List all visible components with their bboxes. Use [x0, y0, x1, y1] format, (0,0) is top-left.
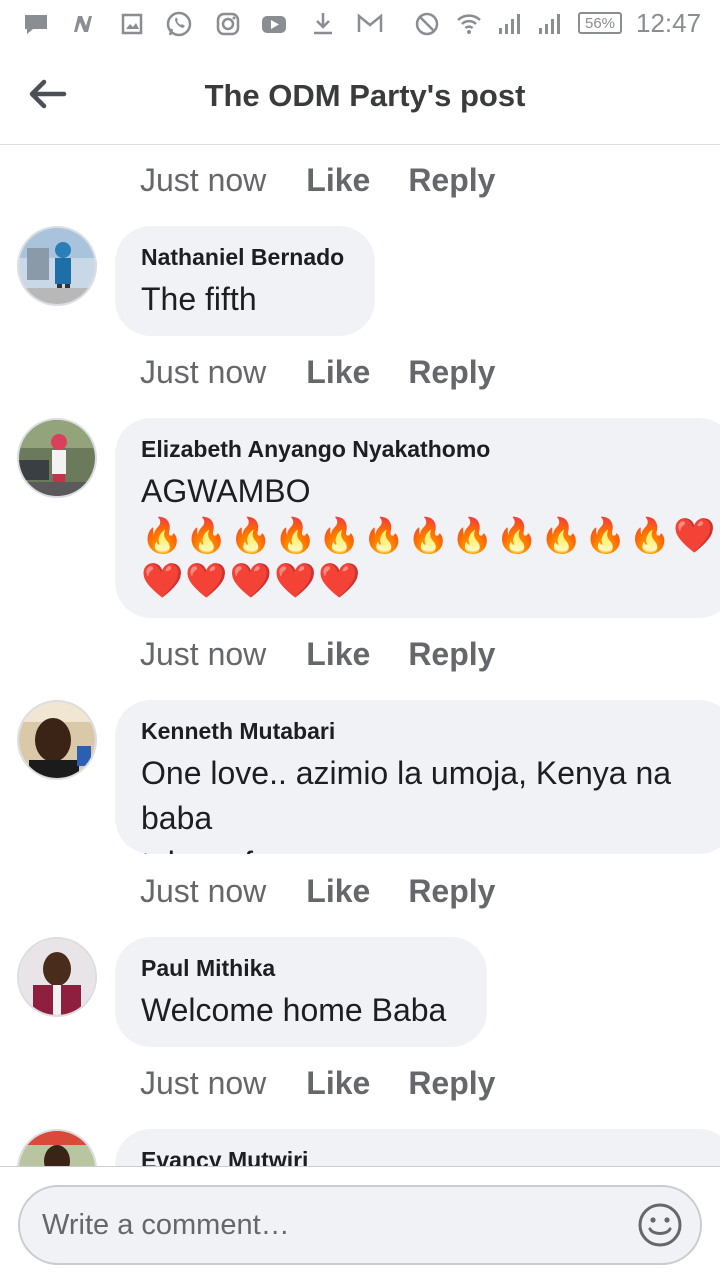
comment-text: One love.. azimio la umoja, Kenya na bab… [141, 755, 672, 854]
comment-actions: Just now Like Reply [140, 352, 495, 392]
comment-input[interactable]: Write a comment… [18, 1185, 702, 1265]
avatar[interactable] [17, 700, 97, 780]
comment-time: Just now [140, 353, 267, 390]
comment-author[interactable]: Paul Mithika [141, 955, 461, 982]
wifi-icon [455, 10, 483, 38]
comment-actions: Just now Like Reply [140, 871, 495, 911]
like-button[interactable]: Like [306, 1065, 370, 1102]
comment-author[interactable]: Elizabeth Anyango Nyakathomo [141, 436, 709, 463]
comment-author[interactable]: Evancy Mutwiri [141, 1147, 709, 1166]
comment-author[interactable]: Kenneth Mutabari [141, 718, 709, 745]
download-icon [309, 10, 337, 38]
reply-button[interactable]: Reply [408, 354, 495, 391]
do-not-disturb-icon [413, 10, 441, 38]
comment-text: AGWAMBO [141, 473, 311, 509]
signal-icon [495, 10, 523, 38]
like-button[interactable]: Like [306, 354, 370, 391]
youtube-icon [260, 10, 288, 38]
avatar[interactable] [17, 226, 97, 306]
avatar[interactable] [17, 418, 97, 498]
reply-button[interactable]: Reply [408, 1065, 495, 1102]
comments-feed[interactable]: Just now Like Reply Nathaniel Bernado Th… [0, 145, 720, 1166]
comment-actions: Just now Like Reply [140, 160, 495, 200]
avatar[interactable] [17, 1129, 97, 1166]
reply-button[interactable]: Reply [408, 162, 495, 199]
signal-icon-2 [535, 10, 563, 38]
comment-time: Just now [140, 872, 267, 909]
comment-author[interactable]: Nathaniel Bernado [141, 244, 349, 271]
page-title: The ODM Party's post [204, 78, 526, 113]
comment-text: Welcome home Baba [141, 992, 447, 1028]
comment-bubble[interactable]: Elizabeth Anyango Nyakathomo AGWAMBO 🔥🔥🔥… [115, 418, 720, 618]
reply-button[interactable]: Reply [408, 873, 495, 910]
chat-notification-icon [22, 10, 50, 38]
comment-emoji-line: 🔥🔥🔥🔥🔥🔥🔥🔥🔥🔥🔥🔥❤️ [141, 517, 718, 555]
like-button[interactable]: Like [306, 873, 370, 910]
emoji-button[interactable] [636, 1201, 684, 1249]
whatsapp-icon [165, 10, 193, 38]
comment-text: The fifth [141, 281, 257, 317]
battery-indicator: 56% [578, 12, 622, 34]
comment-time: Just now [140, 635, 267, 672]
comment-actions: Just now Like Reply [140, 634, 495, 674]
comment-input-placeholder: Write a comment… [42, 1209, 290, 1241]
gallery-icon [118, 10, 146, 38]
news-app-icon [68, 10, 96, 38]
comment-actions: Just now Like Reply [140, 1063, 495, 1103]
avatar[interactable] [17, 937, 97, 1017]
comment-composer: Write a comment… [0, 1166, 720, 1281]
comment-bubble[interactable]: Nathaniel Bernado The fifth [115, 226, 375, 336]
comment-bubble[interactable]: Evancy Mutwiri [115, 1129, 720, 1166]
clock: 12:47 [636, 8, 702, 38]
status-bar: 56% 12:47 [0, 0, 720, 52]
instagram-icon [214, 10, 242, 38]
comment-time: Just now [140, 161, 267, 198]
like-button[interactable]: Like [306, 162, 370, 199]
gmail-icon [356, 10, 384, 38]
comment-emoji-line: ❤️❤️❤️❤️❤️ [141, 562, 363, 600]
comment-time: Just now [140, 1064, 267, 1101]
app-bar: The ODM Party's post [0, 52, 720, 145]
reply-button[interactable]: Reply [408, 636, 495, 673]
like-button[interactable]: Like [306, 636, 370, 673]
comment-bubble[interactable]: Kenneth Mutabari One love.. azimio la um… [115, 700, 720, 854]
comment-bubble[interactable]: Paul Mithika Welcome home Baba [115, 937, 487, 1047]
